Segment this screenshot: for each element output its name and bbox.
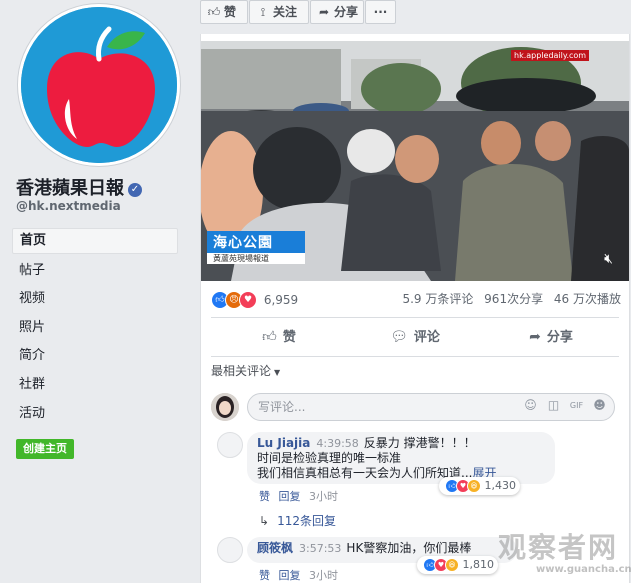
comment-reply-link[interactable]: 回复	[279, 569, 301, 582]
nav-item-about[interactable]: 简介	[12, 344, 178, 368]
thumbs-up-icon: 👍︎	[207, 5, 221, 19]
comment-meta: 赞 回复 3小时	[259, 488, 343, 504]
share-count[interactable]: 961次分享	[484, 292, 543, 306]
view-count: 46 万次播放	[553, 292, 621, 306]
video-site-watermark: hk.appledaily.com	[511, 50, 590, 61]
user-avatar[interactable]	[211, 393, 239, 421]
haha-reaction-icon: 😆︎	[445, 558, 459, 572]
page-action-bar: 👍︎ 赞 ⟟ 关注 ➦ 分享 ···	[200, 0, 630, 26]
post-stats: 👍︎ 😠︎ ♥ 6,959 5.9 万条评论 961次分享 46 万次播放	[211, 288, 621, 310]
post-actions: 👍︎ 赞 💬︎ 评论 ➦ 分享	[211, 317, 619, 357]
page-logo[interactable]	[18, 4, 180, 166]
love-reaction-icon[interactable]: ♥	[239, 290, 257, 309]
reaction-count[interactable]: 6,959	[264, 293, 298, 307]
sticker-icon[interactable]: ☻	[592, 398, 607, 413]
nav-item-photos[interactable]: 照片	[12, 316, 178, 340]
page-sidebar: 香港蘋果日報 ✓ @hk.nextmedia 首页 帖子 视频 照片 简介 社群 …	[0, 0, 190, 583]
comment-composer: 写评论... ☺ ◫ GIF ☻	[211, 392, 619, 426]
chevron-down-icon: ▼	[274, 368, 281, 377]
comment-like-link[interactable]: 赞	[259, 490, 270, 503]
post-card: hk.appledaily.com 海心公園 黃蘆苑現場報道 🔇︎ 👍︎ 😠︎ ♥ …	[200, 34, 630, 583]
comment-timestamp[interactable]: 3:57:53	[299, 542, 341, 555]
comment-like-link[interactable]: 赞	[259, 569, 270, 582]
commenter-avatar[interactable]	[217, 432, 243, 458]
emoji-icon[interactable]: ☺	[523, 398, 538, 413]
page-title[interactable]: 香港蘋果日報 ✓	[16, 174, 142, 200]
comment-item: Lu Jiajia 4:39:58 反暴力 撑港警！！！ 时间是检验真理的唯一标准 …	[211, 432, 621, 504]
video-location-tag: 海心公園 黃蘆苑現場報道	[207, 231, 305, 264]
comment-timestamp[interactable]: 4:39:58	[316, 437, 358, 450]
comment-sort-dropdown[interactable]: 最相关评论 ▼	[211, 362, 280, 379]
camera-icon[interactable]: ◫	[546, 398, 561, 413]
comment-text: 时间是检验真理的唯一标准	[257, 451, 402, 465]
comment-count[interactable]: 5.9 万条评论	[402, 292, 473, 306]
comment-button[interactable]: 💬︎ 评论	[347, 318, 483, 356]
create-page-button[interactable]: 创建主页	[16, 439, 74, 459]
nav-item-home[interactable]: 首页	[12, 228, 178, 254]
comment-meta: 赞 回复 3小时	[259, 567, 343, 583]
share-arrow-icon: ➦	[318, 5, 330, 19]
comment-author[interactable]: Lu Jiajia	[257, 436, 310, 450]
muted-speaker-icon[interactable]: 🔇︎	[604, 251, 613, 267]
thumbs-up-icon: 👍︎	[262, 329, 277, 345]
verified-check-icon: ✓	[128, 183, 142, 197]
comment-reactions[interactable]: 👍︎ ♥ 😆︎ 1,430	[439, 477, 520, 495]
commenter-avatar[interactable]	[217, 537, 243, 563]
nav-item-events[interactable]: 活动	[12, 402, 178, 426]
share-button[interactable]: ➦ 分享	[483, 318, 619, 356]
more-options-button[interactable]: ···	[365, 0, 396, 24]
like-button[interactable]: 👍︎ 赞	[211, 318, 347, 356]
share-arrow-icon: ➦	[529, 329, 541, 345]
video-player[interactable]: hk.appledaily.com 海心公園 黃蘆苑現場報道 🔇︎	[201, 41, 629, 281]
comment-text: 我们相信真相总有一天会为人们所知道...	[257, 466, 473, 480]
page-nav: 首页 帖子 视频 照片 简介 社群 活动	[12, 228, 178, 430]
view-replies-link[interactable]: ↳ 112条回复	[259, 512, 336, 529]
comment-age[interactable]: 3小时	[309, 490, 338, 503]
nav-item-community[interactable]: 社群	[12, 373, 178, 397]
like-page-button[interactable]: 👍︎ 赞	[200, 0, 248, 24]
reply-arrow-icon: ↳	[259, 514, 270, 528]
comment-reply-link[interactable]: 回复	[279, 490, 301, 503]
rss-icon: ⟟	[260, 5, 266, 19]
comment-author[interactable]: 顾筱枫	[257, 541, 293, 555]
comment-item: 顾筱枫 3:57:53 HK警察加油，你们最棒 👍︎ ♥ 😆︎ 1,810 赞 回复 3…	[211, 537, 621, 583]
share-page-button[interactable]: ➦ 分享	[310, 0, 364, 24]
follow-button[interactable]: ⟟ 关注	[249, 0, 309, 24]
comment-text: HK警察加油，你们最棒	[346, 541, 472, 555]
apple-logo-icon	[21, 7, 177, 163]
comment-bubble-icon: 💬︎	[390, 329, 408, 345]
nav-item-posts[interactable]: 帖子	[12, 259, 178, 283]
page-handle: @hk.nextmedia	[16, 199, 121, 213]
haha-reaction-icon: 😆︎	[467, 479, 481, 493]
comment-reactions[interactable]: 👍︎ ♥ 😆︎ 1,810	[417, 556, 498, 574]
comment-age[interactable]: 3小时	[309, 569, 338, 582]
comment-text: 反暴力 撑港警！！！	[363, 436, 476, 450]
nav-item-videos[interactable]: 视频	[12, 287, 178, 311]
gif-icon[interactable]: GIF	[569, 398, 584, 413]
